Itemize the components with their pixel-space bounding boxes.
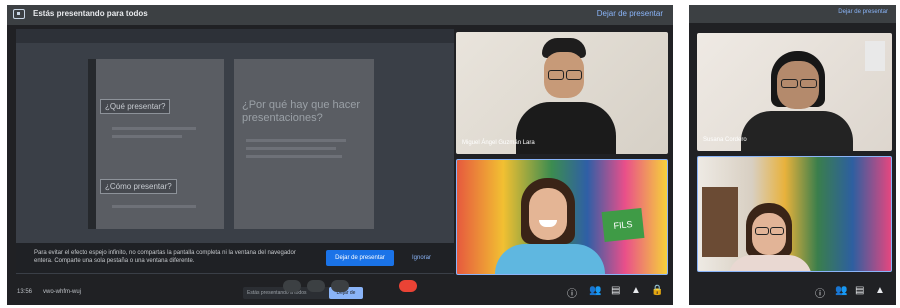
slide-heading-how: ¿Cómo presentar? <box>100 179 177 194</box>
mic-button[interactable] <box>283 280 301 292</box>
glasses-lens <box>800 79 817 88</box>
chat-icon[interactable]: ▤ <box>855 285 864 296</box>
glasses-lens <box>548 70 564 80</box>
activities-icon[interactable]: ▲ <box>875 285 885 296</box>
end-call-button[interactable] <box>399 280 417 292</box>
participant-tile-active[interactable]: FILS <box>456 159 668 275</box>
people-icon[interactable]: 👥 <box>835 285 847 296</box>
participant-shirt <box>728 255 812 271</box>
shared-screen: ¿Qué presentar? ¿Cómo presentar? ¿Por qu… <box>16 29 454 274</box>
participant-name: Susana Cordero <box>703 137 747 143</box>
presenting-label: Estás presentando para todos <box>33 9 148 18</box>
present-screen-icon <box>13 9 25 19</box>
presenting-bar: Dejar de presentar <box>689 5 896 23</box>
stop-presenting-button[interactable]: Dejar de presentar <box>326 250 394 266</box>
participant-shirt <box>741 111 853 151</box>
lock-icon[interactable]: 🔒 <box>651 285 663 296</box>
shared-toolbar <box>16 29 454 43</box>
chat-icon[interactable]: ▤ <box>611 285 620 296</box>
stop-presenting-link[interactable]: Dejar de presentar <box>597 9 663 18</box>
slide-text-line <box>246 139 346 142</box>
glasses-lens <box>755 227 769 235</box>
participant-face <box>529 188 567 240</box>
meeting-controls: 13:56 vwo-whfm-wuj Estás presentando a t… <box>7 279 673 305</box>
info-icon[interactable]: ⓘ <box>815 285 825 300</box>
shelf <box>702 187 738 257</box>
glasses-lens <box>770 227 784 235</box>
participant-tile[interactable]: Miguel Ángel Guzmán Lara <box>456 32 668 154</box>
camera-button[interactable] <box>307 280 325 292</box>
poster-sign: FILS <box>601 207 645 243</box>
slide-page-left <box>96 59 224 229</box>
slide-text-line <box>246 155 342 158</box>
ignore-button[interactable]: Ignorar <box>406 250 436 266</box>
present-button[interactable] <box>331 280 349 292</box>
activities-icon[interactable]: ▲ <box>631 285 641 296</box>
meeting-controls: ⓘ 👥 ▤ ▲ <box>689 279 896 305</box>
people-icon[interactable]: 👥 <box>589 285 601 296</box>
meet-window-main: Estás presentando para todos Dejar de pr… <box>7 5 673 305</box>
presenting-bar: Estás presentando para todos Dejar de pr… <box>7 5 673 25</box>
glasses-lens <box>566 70 582 80</box>
slide-text-line <box>246 147 336 150</box>
infinite-mirror-banner: Para evitar el efecto espejo infinito, n… <box>16 243 454 273</box>
slide-text-line <box>112 127 196 130</box>
info-icon[interactable]: ⓘ <box>567 285 577 300</box>
meeting-time: 13:56 <box>17 289 33 295</box>
participant-name: Miguel Ángel Guzmán Lara <box>462 140 535 146</box>
slide-text-line <box>112 205 196 208</box>
participant-tile[interactable]: Susana Cordero <box>697 33 892 151</box>
slide-heading-why: ¿Por qué hay que hacer presentaciones? <box>242 99 361 124</box>
meet-window-secondary: Dejar de presentar Susana Cordero ⓘ 👥 ▤ … <box>689 5 896 305</box>
slide-page-right <box>234 59 374 229</box>
participant-shirt <box>516 102 616 154</box>
meeting-code: vwo-whfm-wuj <box>43 289 82 295</box>
participant-shirt <box>495 244 605 274</box>
participant-tile-active[interactable] <box>697 156 892 272</box>
slide-text-line <box>112 135 182 138</box>
wall-item <box>865 41 885 71</box>
slide-heading-what: ¿Qué presentar? <box>100 99 171 114</box>
banner-message: Para evitar el efecto espejo infinito, n… <box>34 250 296 264</box>
glasses-lens <box>781 79 798 88</box>
stop-presenting-link[interactable]: Dejar de presentar <box>838 9 888 15</box>
